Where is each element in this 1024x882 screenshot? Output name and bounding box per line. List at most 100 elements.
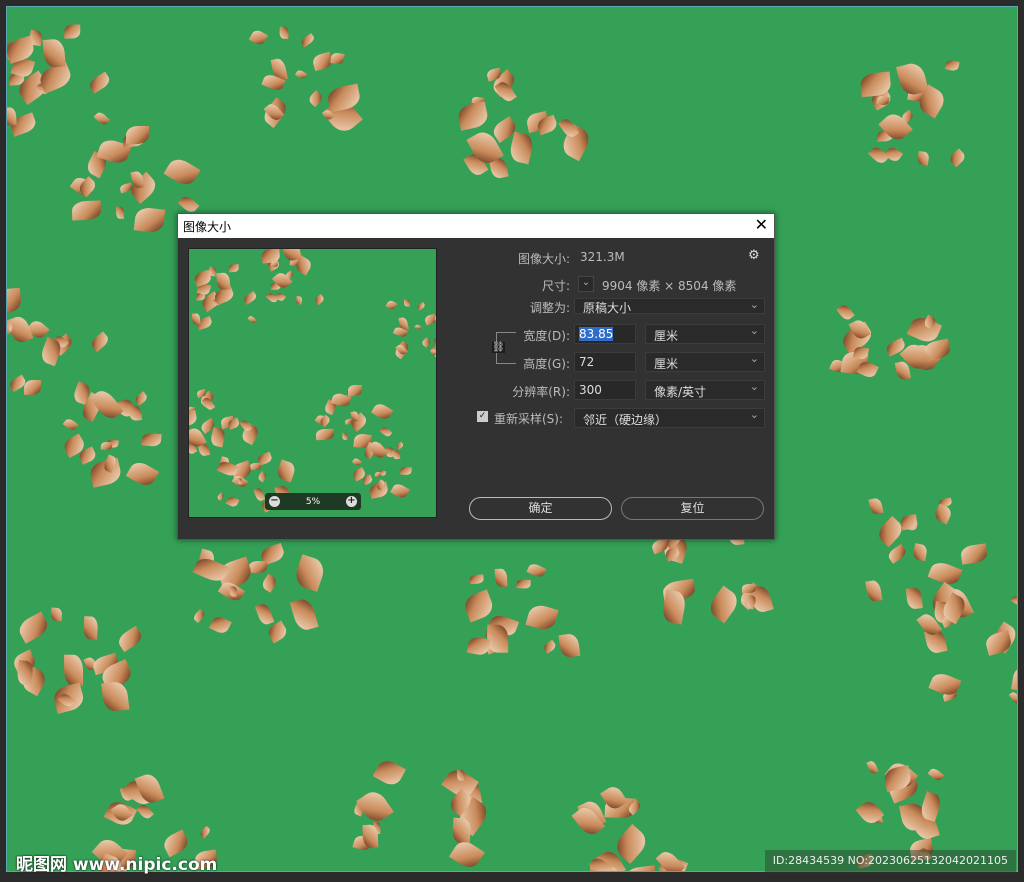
leaf-decoration — [912, 542, 928, 562]
dialog-title-bar: 图像大小 ✕ — [178, 214, 774, 238]
ok-button[interactable]: 确定 — [469, 497, 612, 520]
width-unit-select[interactable]: 厘米 — [645, 324, 765, 344]
leaf-decoration — [927, 766, 945, 783]
leaf-decoration — [242, 291, 258, 306]
leaf-decoration — [944, 58, 960, 72]
gear-icon[interactable]: ⚙ — [748, 248, 760, 263]
leaf-decoration — [7, 106, 17, 126]
dimensions-label: 尺寸: — [541, 279, 570, 293]
leaf-decoration — [362, 824, 379, 849]
leaf-decoration — [249, 560, 268, 573]
leaf-decoration — [289, 596, 320, 633]
leaf-decoration — [404, 298, 410, 307]
leaf-decoration — [225, 494, 240, 508]
leaf-decoration — [7, 287, 22, 315]
leaf-decoration — [133, 390, 150, 406]
width-value: 83.85 — [579, 327, 614, 341]
leaf-decoration — [256, 470, 269, 483]
leaf-decoration — [507, 131, 536, 165]
leaf-decoration — [125, 458, 160, 489]
zoom-level: 5% — [305, 496, 321, 507]
resample-select[interactable]: 邻近（硬边缘） — [574, 408, 765, 428]
leaf-decoration — [395, 441, 405, 451]
leaf-decoration — [216, 272, 231, 291]
leaf-decoration — [542, 639, 558, 655]
leaf-decoration — [857, 360, 880, 380]
resample-checkbox[interactable]: ✓ — [477, 411, 488, 422]
image-preview[interactable]: − 5% + — [188, 248, 437, 518]
dimensions-value: 9904 像素 × 8504 像素 — [602, 279, 737, 293]
leaf-decoration — [313, 293, 325, 306]
dimensions-dropdown[interactable]: ⌄ — [578, 276, 594, 292]
zoom-in-icon[interactable]: + — [346, 496, 357, 507]
dialog-title: 图像大小 — [183, 220, 232, 234]
leaf-decoration — [865, 579, 883, 604]
leaf-decoration — [352, 456, 363, 467]
leaf-decoration — [420, 336, 432, 348]
leaf-decoration — [1010, 664, 1017, 696]
leaf-decoration — [141, 432, 162, 448]
leaf-decoration — [391, 449, 401, 460]
leaf-decoration — [494, 568, 508, 588]
leaf-decoration — [259, 573, 279, 593]
width-input[interactable]: 83.85 — [574, 324, 636, 344]
leaf-decoration — [126, 126, 149, 145]
leaf-decoration — [89, 331, 111, 353]
leaf-decoration — [455, 101, 490, 131]
leaf-decoration — [886, 544, 908, 564]
zoom-out-icon[interactable]: − — [269, 496, 280, 507]
leaf-decoration — [449, 837, 485, 871]
leaf-decoration — [866, 759, 880, 775]
leaf-decoration — [199, 825, 212, 839]
leaf-decoration — [379, 425, 393, 438]
leaf-decoration — [192, 312, 201, 324]
leaf-decoration — [163, 154, 201, 190]
reset-button[interactable]: 复位 — [621, 497, 764, 520]
leaf-decoration — [348, 384, 363, 396]
leaf-decoration — [329, 52, 345, 66]
fit-to-select[interactable]: 原稿大小 — [574, 298, 765, 315]
leaf-decoration — [959, 543, 988, 565]
leaf-decoration — [375, 471, 382, 478]
leaf-decoration — [250, 463, 262, 471]
leaf-decoration — [72, 200, 102, 221]
leaf-decoration — [416, 302, 427, 311]
close-icon[interactable]: ✕ — [755, 215, 768, 234]
image-size-value: 321.3M — [580, 250, 625, 264]
leaf-decoration — [82, 615, 99, 640]
leaf-decoration — [466, 636, 491, 657]
leaf-decoration — [399, 466, 412, 476]
leaf-decoration — [524, 603, 559, 634]
leaf-decoration — [1008, 690, 1017, 705]
leaf-decoration — [24, 380, 42, 396]
leaf-decoration — [229, 263, 240, 272]
leaf-decoration — [86, 71, 112, 94]
leaf-decoration — [128, 405, 143, 422]
height-input[interactable]: 72 — [574, 352, 636, 372]
leaf-decoration — [461, 589, 496, 623]
leaf-decoration — [470, 574, 485, 584]
leaf-decoration — [947, 148, 967, 168]
resolution-label: 分辨率(R): — [512, 385, 570, 399]
leaf-decoration — [385, 299, 398, 311]
leaf-decoration — [100, 441, 112, 451]
leaf-decoration — [526, 561, 547, 579]
leaf-decoration — [253, 487, 266, 503]
leaf-decoration — [372, 756, 406, 789]
leaf-decoration — [516, 579, 531, 589]
height-unit-select[interactable]: 厘米 — [645, 352, 765, 372]
leaf-decoration — [355, 786, 394, 826]
resolution-input[interactable]: 300 — [574, 380, 636, 400]
leaf-decoration — [905, 587, 923, 610]
watermark-id: ID:28434539 NO:20230625132042021105 — [764, 850, 1016, 874]
leaf-decoration — [316, 429, 334, 442]
leaf-decoration — [1011, 594, 1017, 607]
resolution-unit-select[interactable]: 像素/英寸 — [645, 380, 765, 400]
leaf-decoration — [306, 89, 324, 108]
leaf-decoration — [413, 324, 422, 332]
leaf-decoration — [216, 491, 225, 501]
resample-label: 重新采样(S): — [494, 412, 564, 426]
leaf-decoration — [705, 585, 742, 624]
leaf-decoration — [867, 144, 890, 166]
leaf-decoration — [51, 607, 63, 622]
